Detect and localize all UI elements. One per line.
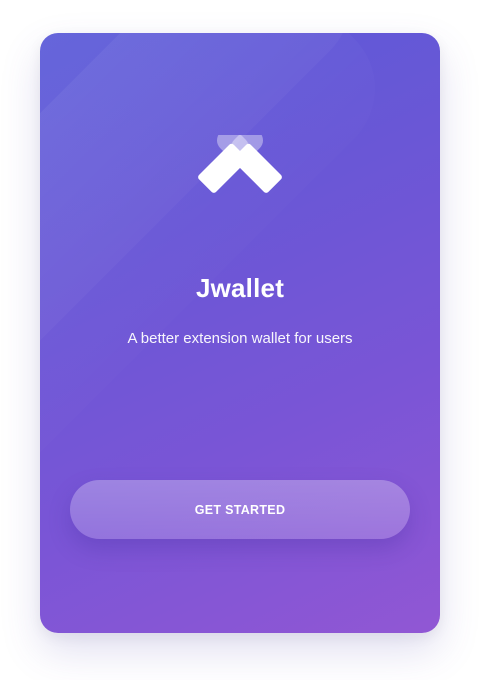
jwallet-logo-icon <box>198 135 282 193</box>
welcome-card: Jwallet A better extension wallet for us… <box>40 33 440 633</box>
get-started-button[interactable]: GET STARTED <box>70 480 410 539</box>
app-tagline: A better extension wallet for users <box>127 330 353 347</box>
app-title: Jwallet <box>195 273 285 303</box>
page-background: Jwallet A better extension wallet for us… <box>0 0 480 680</box>
